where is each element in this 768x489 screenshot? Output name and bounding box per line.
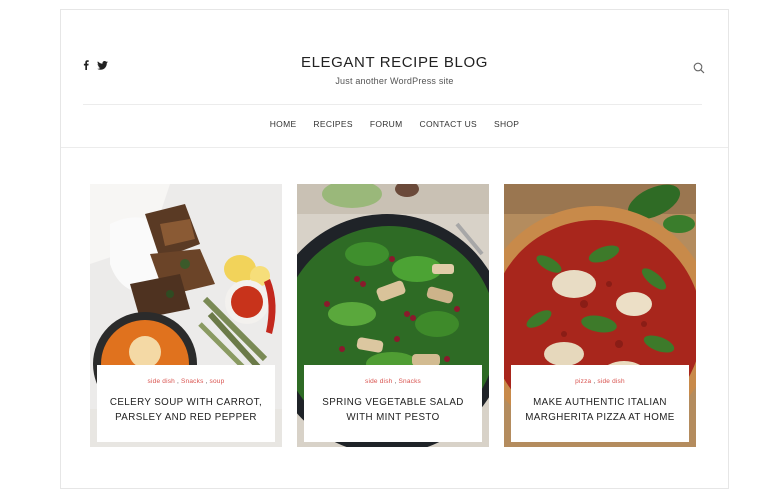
search-icon[interactable] xyxy=(693,61,705,74)
post-categories: side dish, Snacks, soup xyxy=(147,378,225,385)
post-title[interactable]: CELERY SOUP WITH CARROT, PARSLEY AND RED… xyxy=(97,395,275,425)
category-link[interactable]: side dish xyxy=(365,378,392,385)
nav-item-recipes[interactable]: RECIPES xyxy=(313,119,352,129)
post-card[interactable]: pizza, side dish MAKE AUTHENTIC ITALIAN M… xyxy=(504,184,696,447)
post-grid: side dish, Snacks, soup CELERY SOUP WITH C… xyxy=(90,184,696,447)
post-caption: side dish, Snacks SPRING VEGETABLE SALAD … xyxy=(304,365,482,442)
site-title[interactable]: ELEGANT RECIPE BLOG xyxy=(61,54,728,72)
category-link[interactable]: pizza xyxy=(575,378,591,385)
post-caption: pizza, side dish MAKE AUTHENTIC ITALIAN M… xyxy=(511,365,689,442)
site-tagline: Just another WordPress site xyxy=(335,76,454,86)
nav-item-shop[interactable]: SHOP xyxy=(494,119,519,129)
post-title[interactable]: MAKE AUTHENTIC ITALIAN MARGHERITA PIZZA … xyxy=(511,395,689,425)
post-card[interactable]: side dish, Snacks SPRING VEGETABLE SALAD … xyxy=(297,184,489,447)
main-navigation: HOME RECIPES FORUM CONTACT US SHOP xyxy=(61,119,728,129)
post-title[interactable]: SPRING VEGETABLE SALAD WITH MINT PESTO xyxy=(304,395,482,425)
header-bottom-border xyxy=(61,147,728,148)
site-header: ELEGANT RECIPE BLOG Just another WordPre… xyxy=(61,10,728,147)
post-categories: side dish, Snacks xyxy=(365,378,421,385)
site-branding: ELEGANT RECIPE BLOG Just another WordPre… xyxy=(61,54,728,86)
category-link[interactable]: side dish xyxy=(597,378,624,385)
category-link[interactable]: soup xyxy=(210,378,225,385)
header-divider xyxy=(83,104,702,105)
post-caption: side dish, Snacks, soup CELERY SOUP WITH C… xyxy=(97,365,275,442)
category-link[interactable]: Snacks xyxy=(398,378,421,385)
nav-item-contact-us[interactable]: CONTACT US xyxy=(420,119,477,129)
nav-item-home[interactable]: HOME xyxy=(270,119,297,129)
category-link[interactable]: side dish xyxy=(148,378,175,385)
category-link[interactable]: Snacks xyxy=(181,378,204,385)
post-card[interactable]: side dish, Snacks, soup CELERY SOUP WITH C… xyxy=(90,184,282,447)
nav-item-forum[interactable]: FORUM xyxy=(370,119,403,129)
post-categories: pizza, side dish xyxy=(575,378,625,385)
